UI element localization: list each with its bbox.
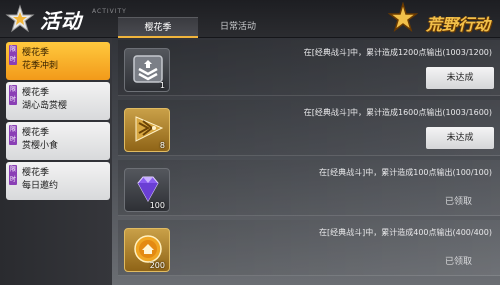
brand-star-icon [388,2,418,32]
reward-count: 8 [159,141,165,150]
task-description: 在[经典战斗]中，累计造成400点输出(400/400) [319,228,492,237]
tab-daily-activity[interactable]: 日常活动 [198,17,278,37]
sidebar-item-sublabel: 花季冲刺 [22,61,59,71]
sidebar-item-sublabel: 湖心岛赏樱 [22,101,68,111]
tab-label: 樱花季 [144,23,172,33]
task-description: 在[经典战斗]中，累计造成1200点输出(1003/1200) [303,48,492,57]
task-row: 100 在[经典战斗]中，累计造成100点输出(100/100) 已领取 [118,160,500,216]
sidebar-item-sublabel: 赏樱小食 [22,141,59,151]
reward-item[interactable]: 200 [124,228,170,272]
limited-badge: 限时 [9,165,17,185]
reward-count: 100 [149,201,165,210]
sidebar-item-flower-sprint[interactable]: 限时 樱花季 花季冲刺 [6,42,110,80]
claimed-status: 已领取 [444,197,472,207]
task-description: 在[经典战斗]中，累计造成100点输出(100/100) [319,168,492,177]
task-row: 8 在[经典战斗]中，累计造成1600点输出(1003/1600) 未达成 [118,100,500,156]
page-title-sub: ACTIVITY [92,8,127,15]
reward-item[interactable]: 8 [124,108,170,152]
page-title: 活动 [40,9,82,33]
sidebar-item-lake-island[interactable]: 限时 樱花季 湖心岛赏樱 [6,82,110,120]
sidebar-item-snacks[interactable]: 限时 樱花季 赏樱小食 [6,122,110,160]
limited-badge: 限时 [9,125,17,145]
task-description: 在[经典战斗]中，累计造成1600点输出(1003/1600) [303,108,492,117]
task-row: 1 在[经典战斗]中，累计造成1200点输出(1003/1200) 未达成 [118,40,500,96]
header-bar: 活动 ACTIVITY 樱花季 日常活动 荒野行动 [0,0,500,38]
sidebar-item-sublabel: 每日邀约 [22,181,59,191]
claimed-status: 已领取 [444,257,472,267]
tab-sakura-season[interactable]: 樱花季 [118,17,198,38]
activity-sidebar: 限时 樱花季 花季冲刺 限时 樱花季 湖心岛赏樱 限时 樱花季 赏樱小食 限时 … [0,38,112,285]
limited-badge: 限时 [9,85,17,105]
sidebar-item-label: 樱花季 [22,128,50,138]
brand-name: 荒野行动 [425,15,490,34]
game-logo: 荒野行动 [384,2,494,36]
not-achieved-button[interactable]: 未达成 [426,67,494,89]
sidebar-item-label: 樱花季 [22,168,50,178]
reward-item[interactable]: 100 [124,168,170,212]
task-row: 200 在[经典战斗]中，累计造成400点输出(400/400) 已领取 [118,220,500,276]
limited-badge: 限时 [9,45,17,65]
activity-screen: 活动 ACTIVITY 樱花季 日常活动 荒野行动 限时 樱花季 花季冲刺 限时… [0,0,500,285]
star-emblem-icon [5,4,35,33]
not-achieved-button[interactable]: 未达成 [426,127,494,149]
reward-count: 200 [149,261,165,270]
reward-count: 1 [159,81,165,90]
sidebar-item-daily-invite[interactable]: 限时 樱花季 每日邀约 [6,162,110,200]
tab-label: 日常活动 [219,22,256,32]
sidebar-item-label: 樱花季 [22,48,50,58]
task-list[interactable]: 1 在[经典战斗]中，累计造成1200点输出(1003/1200) 未达成 8 … [118,38,500,285]
sidebar-item-label: 樱花季 [22,88,50,98]
reward-item[interactable]: 1 [124,48,170,92]
